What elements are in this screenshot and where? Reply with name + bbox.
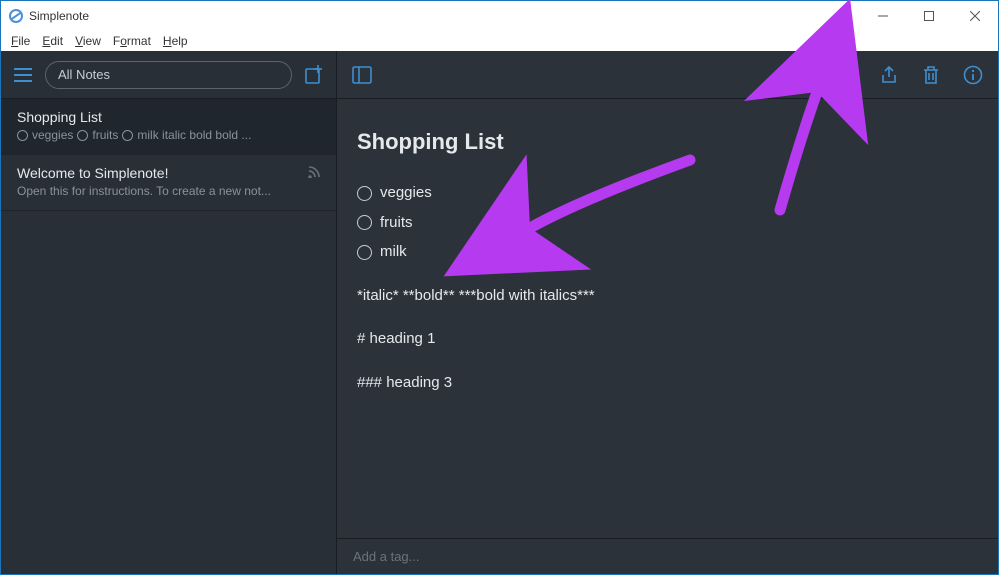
- hamburger-icon[interactable]: [11, 63, 35, 87]
- menu-help[interactable]: Help: [157, 32, 194, 50]
- editor: Shopping List veggies fruits milk *itali…: [337, 51, 998, 574]
- tag-input[interactable]: [353, 549, 982, 564]
- checkbox-icon: [77, 130, 88, 141]
- search-input[interactable]: [45, 61, 292, 89]
- app-icon: [9, 9, 23, 23]
- menu-view[interactable]: View: [69, 32, 107, 50]
- note-item-title: Welcome to Simplenote!: [17, 165, 320, 181]
- note-title: Shopping List: [357, 123, 978, 160]
- info-icon[interactable]: [962, 64, 984, 86]
- note-list: Shopping List veggies fruits milk italic…: [1, 99, 336, 574]
- checklist-item: veggies: [357, 180, 978, 206]
- menubar: File Edit View Format Help: [1, 31, 998, 51]
- maximize-button[interactable]: [906, 1, 952, 31]
- note-item[interactable]: Welcome to Simplenote! Open this for ins…: [1, 155, 336, 211]
- editor-toolbar: [337, 51, 998, 99]
- checklist-item: milk: [357, 239, 978, 265]
- sidebar: Shopping List veggies fruits milk italic…: [1, 51, 337, 574]
- body-line: ### heading 3: [357, 370, 978, 396]
- menu-format[interactable]: Format: [107, 32, 157, 50]
- tag-bar[interactable]: [337, 538, 998, 574]
- menu-file[interactable]: File: [5, 32, 36, 50]
- checkbox-icon[interactable]: [357, 245, 372, 260]
- note-item-preview: veggies fruits milk italic bold bold ...: [17, 128, 320, 142]
- share-icon[interactable]: [878, 64, 900, 86]
- checklist-item: fruits: [357, 210, 978, 236]
- checkbox-icon[interactable]: [357, 186, 372, 201]
- sidebar-toolbar: [1, 51, 336, 99]
- note-item[interactable]: Shopping List veggies fruits milk italic…: [1, 99, 336, 155]
- titlebar: Simplenote: [1, 1, 998, 31]
- window-title: Simplenote: [29, 9, 860, 23]
- body-line: *italic* **bold** ***bold with italics**…: [357, 283, 978, 309]
- note-item-preview: Open this for instructions. To create a …: [17, 184, 320, 198]
- feed-icon: [308, 165, 320, 181]
- toggle-sidebar-icon[interactable]: [351, 64, 373, 86]
- checkbox-icon: [122, 130, 133, 141]
- new-note-button[interactable]: [302, 63, 326, 87]
- history-icon[interactable]: [836, 64, 858, 86]
- search-field[interactable]: [58, 67, 279, 82]
- close-button[interactable]: [952, 1, 998, 31]
- minimize-button[interactable]: [860, 1, 906, 31]
- body-line: # heading 1: [357, 326, 978, 352]
- note-item-title: Shopping List: [17, 109, 320, 125]
- menu-edit[interactable]: Edit: [36, 32, 69, 50]
- trash-icon[interactable]: [920, 64, 942, 86]
- checkbox-icon: [17, 130, 28, 141]
- checkbox-icon[interactable]: [357, 215, 372, 230]
- editor-content[interactable]: Shopping List veggies fruits milk *itali…: [337, 99, 998, 538]
- preview-icon[interactable]: [794, 64, 816, 86]
